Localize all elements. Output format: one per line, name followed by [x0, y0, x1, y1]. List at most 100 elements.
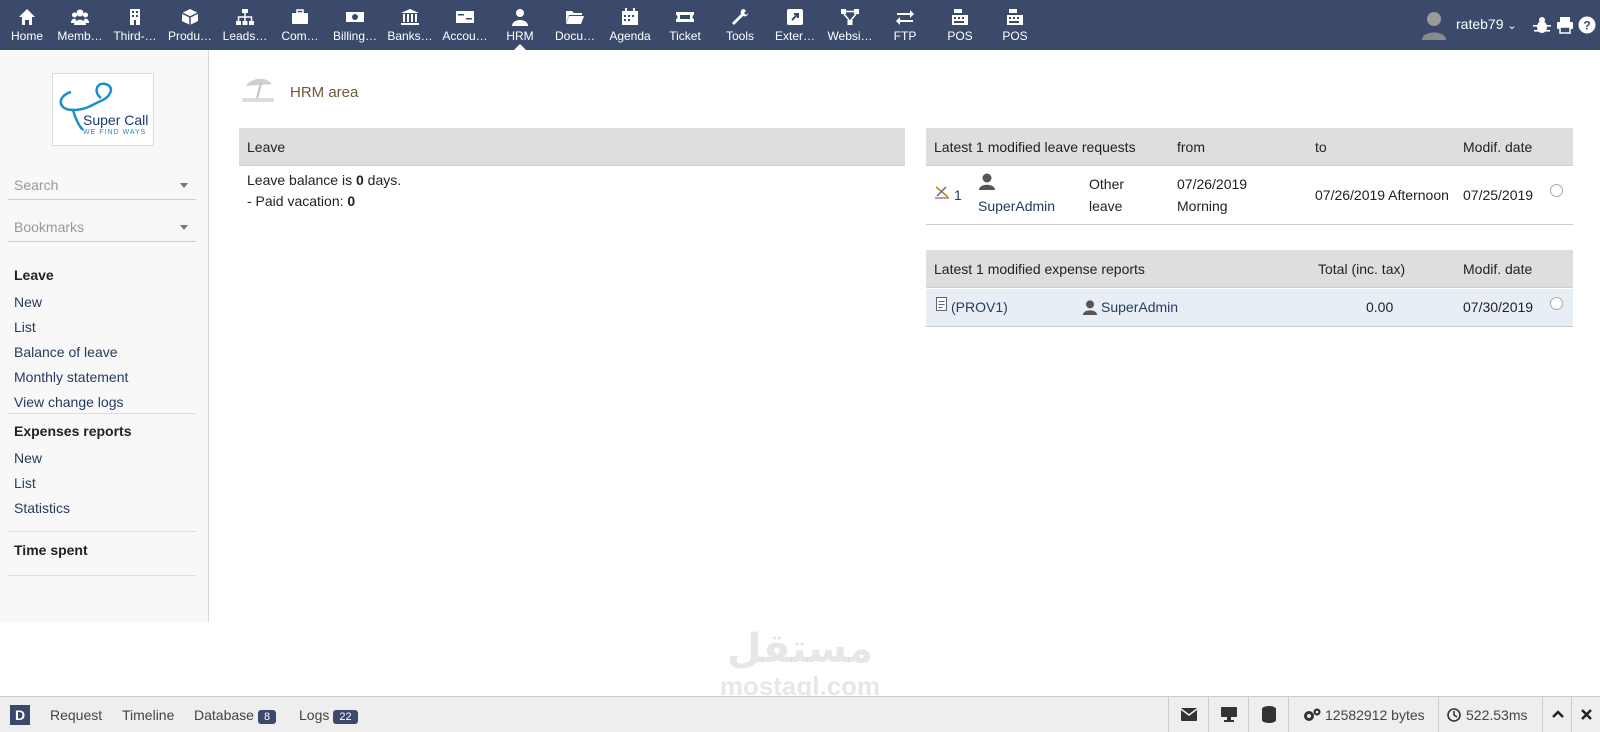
left-sidebar: Super Call WE FIND WAYS Search Bookmarks… — [0, 50, 209, 622]
user-area: rateb79 ⌄ ? — [1400, 0, 1600, 50]
expense-report-user-link[interactable]: SuperAdmin — [1101, 299, 1178, 315]
search-select[interactable]: Search — [8, 170, 196, 200]
leave-balance-line: Leave balance is 0 days. — [247, 170, 401, 191]
sidebar-title-leave[interactable]: Leave — [8, 260, 196, 290]
expense-modif-date: 07/30/2019 — [1463, 299, 1534, 315]
help-icon[interactable]: ? — [1578, 16, 1596, 34]
expense-report-ref-link[interactable]: (PROV1) — [951, 299, 1008, 315]
bug-icon[interactable] — [1533, 16, 1551, 34]
debug-tab-request[interactable]: Request — [50, 707, 102, 723]
debug-tab-logs[interactable]: Logs 22 — [299, 707, 358, 724]
menu-item-16[interactable]: FTP — [878, 0, 932, 50]
chevron-down-icon: ⌄ — [1507, 20, 1517, 32]
sidebar-item-expenses-list[interactable]: List — [8, 471, 196, 496]
user-tie-icon — [493, 8, 547, 28]
memory-usage[interactable]: 12582912 bytes — [1288, 697, 1438, 732]
sidebar-title-time-spent[interactable]: Time spent — [8, 534, 196, 572]
debug-tab-timeline[interactable]: Timeline — [122, 707, 174, 723]
sidebar-block-leave: Leave New List Balance of leave Monthly … — [8, 260, 196, 414]
menu-item-15[interactable]: Websi… — [823, 0, 877, 50]
leave-balance-prefix: Leave balance is — [247, 172, 356, 188]
menu-item-9[interactable]: HRM — [493, 0, 547, 50]
user-avatar[interactable] — [1420, 10, 1448, 40]
users-icon — [53, 8, 107, 28]
logo-tagline: WE FIND WAYS — [83, 129, 147, 136]
exchange-icon — [878, 8, 932, 28]
leave-request-icon — [935, 186, 949, 199]
leave-requests-header: Latest 1 modified leave requests from to… — [926, 128, 1573, 166]
sidebar-item-balance-of-leave[interactable]: Balance of leave — [8, 340, 196, 365]
money-bill-icon — [328, 8, 382, 28]
menu-item-2[interactable]: Third-… — [108, 0, 162, 50]
watermark-arabic: مستقل — [726, 627, 874, 671]
expense-reports-title: Latest 1 modified expense reports — [934, 261, 1145, 277]
logo-text: Super Call — [83, 112, 149, 128]
mail-icon[interactable] — [1168, 697, 1208, 732]
paid-vacation-line: - Paid vacation: 0 — [247, 191, 401, 212]
menu-item-7[interactable]: Banks… — [383, 0, 437, 50]
sidebar-item-expenses-new[interactable]: New — [8, 446, 196, 471]
money-check-icon — [438, 8, 492, 28]
print-icon[interactable] — [1556, 16, 1574, 34]
menu-item-13[interactable]: Tools — [713, 0, 767, 50]
menu-item-label: Com… — [281, 29, 319, 43]
row-select-radio[interactable] — [1550, 297, 1563, 310]
external-link-icon — [768, 8, 822, 28]
leave-to-date: 07/26/2019 Afternoon — [1315, 187, 1449, 203]
menu-item-8[interactable]: Accou… — [438, 0, 492, 50]
leave-panel-title: Leave — [247, 139, 286, 155]
search-placeholder: Search — [14, 177, 59, 193]
menu-item-18[interactable]: POS — [988, 0, 1042, 50]
database-icon[interactable] — [1248, 697, 1288, 732]
company-logo[interactable]: Super Call WE FIND WAYS — [52, 73, 154, 146]
menu-item-4[interactable]: Leads… — [218, 0, 272, 50]
sidebar-item-monthly-statement[interactable]: Monthly statement — [8, 365, 196, 390]
menu-item-12[interactable]: Ticket — [658, 0, 712, 50]
row-select-radio[interactable] — [1550, 184, 1563, 197]
network-icon — [823, 8, 877, 28]
debug-tab-database[interactable]: Database 8 — [194, 707, 277, 724]
menu-item-11[interactable]: Agenda — [603, 0, 657, 50]
sidebar-item-leave-list[interactable]: List — [8, 315, 196, 340]
menu-item-0[interactable]: Home — [0, 0, 54, 50]
svg-text:?: ? — [1583, 19, 1590, 33]
column-header-to: to — [1315, 139, 1327, 155]
menu-item-1[interactable]: Memb… — [53, 0, 107, 50]
close-icon[interactable] — [1571, 697, 1600, 732]
folder-open-icon — [548, 8, 602, 28]
username-label: rateb79 — [1456, 16, 1504, 32]
leave-request-ref-link[interactable]: 1 — [954, 187, 962, 203]
building-icon — [108, 8, 162, 28]
memory-value: 12582912 bytes — [1325, 707, 1425, 723]
sidebar-item-expenses-statistics[interactable]: Statistics — [8, 496, 196, 521]
menu-item-14[interactable]: Exter… — [768, 0, 822, 50]
menu-item-label: HRM — [506, 29, 534, 43]
menu-item-label: Leads… — [222, 29, 268, 43]
menu-item-10[interactable]: Docu… — [548, 0, 602, 50]
leave-modif-date: 07/25/2019 — [1463, 187, 1534, 203]
debugbar-logo[interactable]: D — [10, 705, 30, 725]
sidebar-item-view-change-logs[interactable]: View change logs — [8, 390, 196, 415]
bookmarks-select[interactable]: Bookmarks — [8, 212, 196, 242]
request-time[interactable]: 522.53ms — [1438, 697, 1542, 732]
menu-item-label: Exter… — [774, 29, 815, 43]
logs-count-badge: 22 — [333, 710, 358, 724]
menu-item-5[interactable]: Com… — [273, 0, 327, 50]
maximize-chevron-up-icon[interactable] — [1542, 697, 1571, 732]
time-value: 522.53ms — [1466, 707, 1528, 723]
username-dropdown[interactable]: rateb79 ⌄ — [1456, 16, 1517, 32]
leave-balance-value: 0 — [355, 172, 364, 188]
sidebar-item-leave-new[interactable]: New — [8, 290, 196, 315]
menu-item-17[interactable]: POS — [933, 0, 987, 50]
monitor-icon[interactable] — [1208, 697, 1248, 732]
sidebar-title-expenses[interactable]: Expenses reports — [8, 416, 196, 446]
menu-item-3[interactable]: Produ… — [163, 0, 217, 50]
expense-reports-header: Latest 1 modified expense reports Total … — [926, 250, 1573, 288]
expense-total: 0.00 — [1366, 299, 1394, 315]
bank-icon — [383, 8, 437, 28]
logs-label: Logs — [299, 707, 330, 723]
sidebar-block-time-spent: Time spent — [8, 534, 196, 576]
leave-request-user-link[interactable]: SuperAdmin — [978, 198, 1055, 214]
sitemap-icon — [218, 8, 272, 28]
menu-item-6[interactable]: Billing… — [328, 0, 382, 50]
